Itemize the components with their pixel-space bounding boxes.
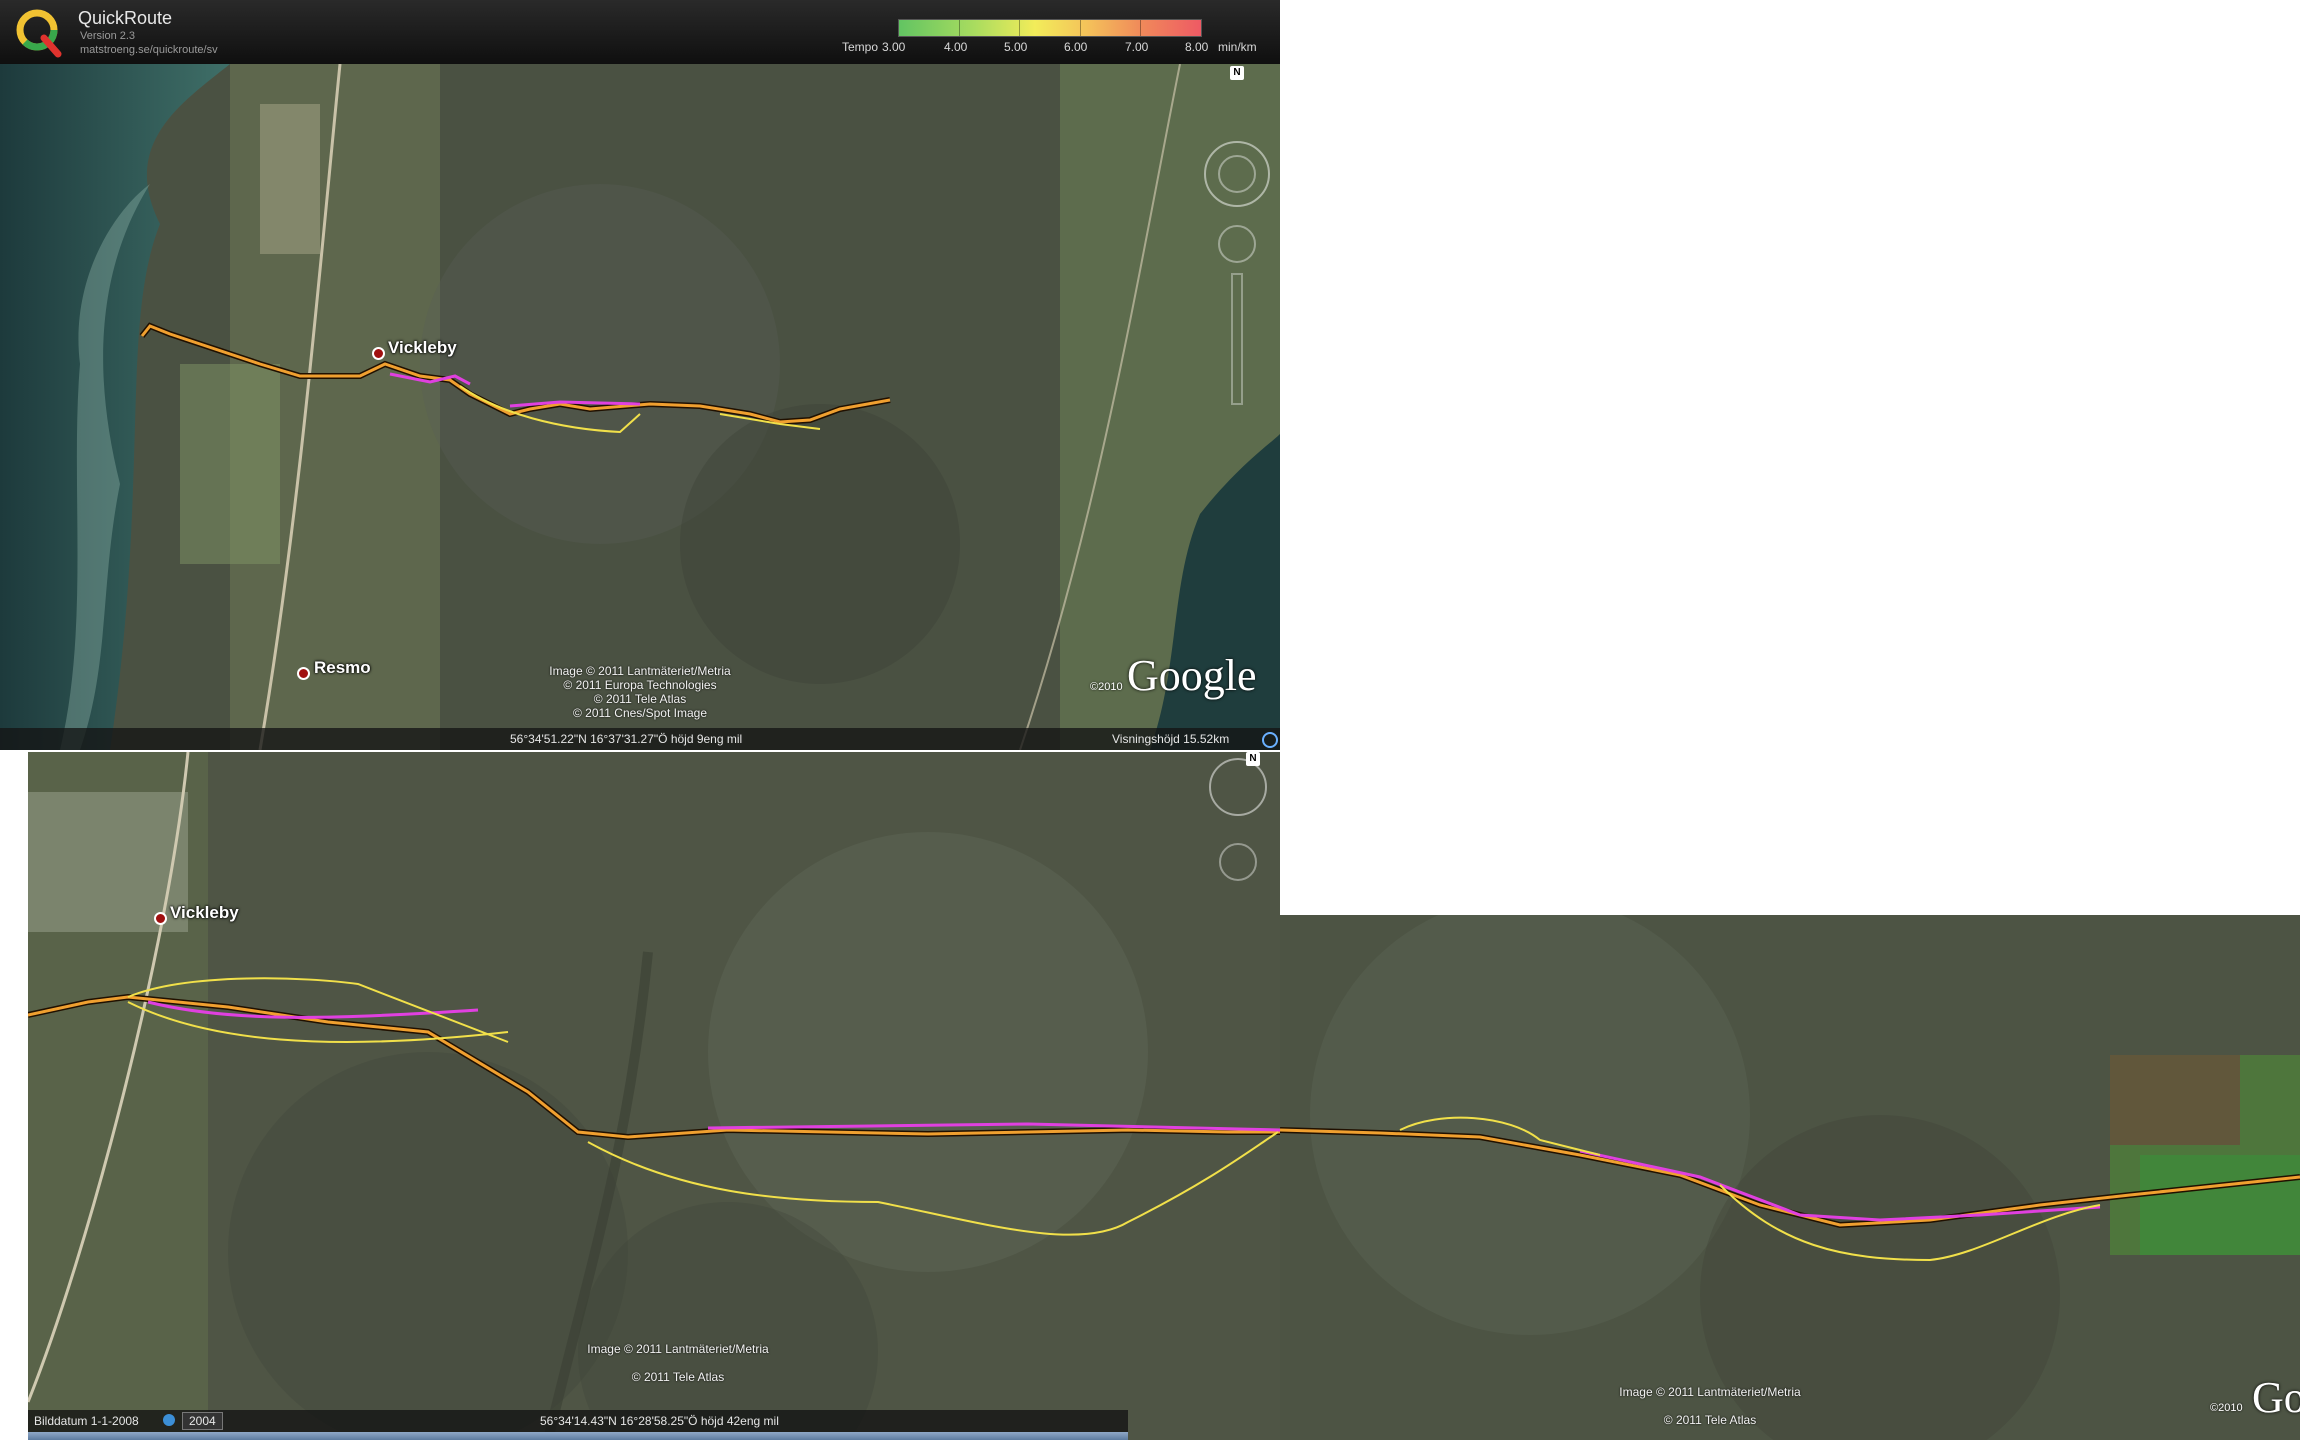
coordinate-readout: 56°34'51.22"N 16°37'31.27"Ö höjd 9eng mi… bbox=[510, 732, 743, 746]
historical-year-button[interactable]: 2004 bbox=[182, 1412, 223, 1430]
attribution-line: © 2011 Tele Atlas bbox=[1663, 1413, 1757, 1427]
quickroute-logo bbox=[16, 9, 62, 58]
coordinate-readout: 56°34'14.43"N 16°28'58.25"Ö höjd 42eng m… bbox=[540, 1414, 779, 1428]
imagery-year: ©2010 bbox=[1090, 681, 1123, 693]
history-clock-icon[interactable] bbox=[163, 1414, 175, 1426]
scale-tick-label: 6.00 bbox=[1064, 40, 1088, 54]
app-title: QuickRoute bbox=[78, 8, 173, 28]
map-status-bar: 56°34'51.22"N 16°37'31.27"Ö höjd 9eng mi… bbox=[0, 728, 1280, 750]
satellite-map-detail-left[interactable]: Vickleby N Image © 2011 Lantmäteriet/Met… bbox=[28, 752, 1280, 1440]
attribution-line: © 2011 Europa Technologies bbox=[563, 678, 717, 692]
place-label: Resmo bbox=[314, 658, 371, 677]
imagery-year: ©2010 bbox=[2210, 1402, 2243, 1414]
attribution-line: Image © 2011 Lantmäteriet/Metria bbox=[549, 664, 731, 678]
scale-tick-label: 7.00 bbox=[1125, 40, 1149, 54]
attribution-line: © 2011 Tele Atlas bbox=[593, 692, 687, 706]
scale-tick-label: 5.00 bbox=[1004, 40, 1028, 54]
app-version: Version 2.3 bbox=[80, 30, 136, 42]
scale-tick-label: 4.00 bbox=[944, 40, 968, 54]
google-logo: Go bbox=[2252, 1373, 2300, 1422]
north-indicator[interactable]: N bbox=[1246, 752, 1260, 766]
place-marker[interactable] bbox=[372, 347, 385, 360]
north-indicator[interactable]: N bbox=[1230, 66, 1244, 80]
place-marker[interactable] bbox=[154, 912, 167, 925]
satellite-map-overview[interactable]: Vickleby Resmo N Image © 2011 Lantmäteri… bbox=[0, 64, 1280, 750]
attribution-line: © 2011 Cnes/Spot Image bbox=[572, 706, 708, 720]
attribution-line: Image © 2011 Lantmäteriet/Metria bbox=[587, 1342, 769, 1356]
image-date: Bilddatum 1-1-2008 bbox=[34, 1414, 139, 1428]
view-altitude: Visningshöjd 15.52km bbox=[1112, 732, 1230, 746]
scale-tick-label: 3.00 bbox=[882, 40, 906, 54]
scale-prefix: Tempo bbox=[842, 40, 879, 54]
map-detail-imagery-right bbox=[1280, 915, 2300, 1440]
map-overview-imagery bbox=[0, 64, 1280, 750]
place-label: Vickleby bbox=[388, 338, 457, 357]
map-status-bar: Bilddatum 1-1-2008 2004 56°34'14.43"N 16… bbox=[28, 1410, 1128, 1432]
map-attribution: Image © 2011 Lantmäteriet/Metria © 2011 … bbox=[548, 1342, 808, 1384]
app-url[interactable]: matstroeng.se/quickroute/sv bbox=[80, 44, 218, 56]
map-attribution: Image © 2011 Lantmäteriet/Metria © 2011 … bbox=[1580, 1385, 1840, 1427]
status-indicator-icon bbox=[1262, 732, 1278, 748]
app-header: QuickRoute Version 2.3 matstroeng.se/qui… bbox=[0, 0, 1280, 64]
attribution-line: © 2011 Tele Atlas bbox=[631, 1370, 725, 1384]
scale-tick-label: 8.00 bbox=[1185, 40, 1209, 54]
tempo-color-scale bbox=[898, 19, 1202, 37]
map-detail-imagery bbox=[28, 752, 1280, 1440]
google-logo: Google bbox=[1127, 651, 1257, 700]
place-label: Vickleby bbox=[170, 903, 239, 922]
satellite-map-detail-right[interactable]: Image © 2011 Lantmäteriet/Metria © 2011 … bbox=[1280, 915, 2300, 1440]
place-marker[interactable] bbox=[297, 667, 310, 680]
map-attribution: Image © 2011 Lantmäteriet/Metria © 2011 … bbox=[520, 664, 760, 720]
os-taskbar[interactable] bbox=[28, 1432, 1128, 1440]
attribution-line: Image © 2011 Lantmäteriet/Metria bbox=[1619, 1385, 1801, 1399]
scale-unit: min/km bbox=[1218, 40, 1257, 54]
